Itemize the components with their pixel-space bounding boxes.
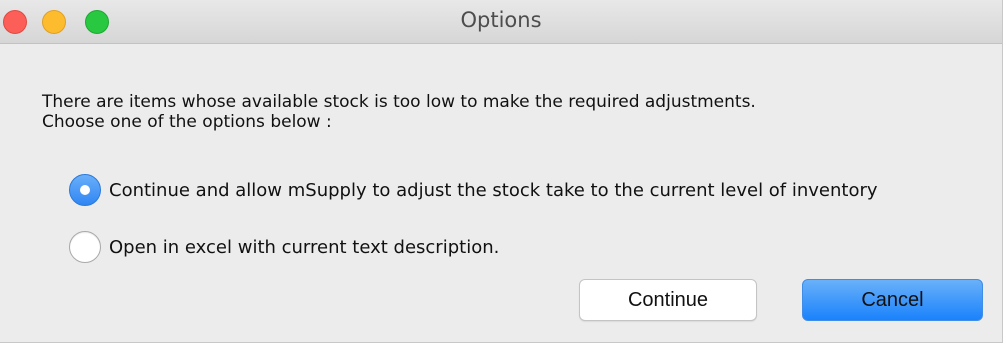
cancel-button[interactable]: Cancel: [802, 279, 983, 321]
radio-unselected-icon[interactable]: [69, 231, 101, 263]
option-adjust-stock-label[interactable]: Continue and allow mSupply to adjust the…: [109, 180, 878, 201]
option-open-excel-label[interactable]: Open in excel with current text descript…: [109, 237, 499, 258]
window-title: Options: [460, 8, 542, 32]
continue-button[interactable]: Continue: [579, 279, 757, 321]
radio-selected-icon[interactable]: [69, 174, 101, 206]
options-dialog: Options There are items whose available …: [0, 0, 1003, 343]
radio-dot: [80, 185, 90, 195]
option-adjust-stock[interactable]: Continue and allow mSupply to adjust the…: [69, 174, 878, 206]
option-open-excel[interactable]: Open in excel with current text descript…: [69, 231, 499, 263]
title-bar: Options: [0, 0, 1002, 44]
dialog-message: There are items whose available stock is…: [42, 92, 756, 132]
